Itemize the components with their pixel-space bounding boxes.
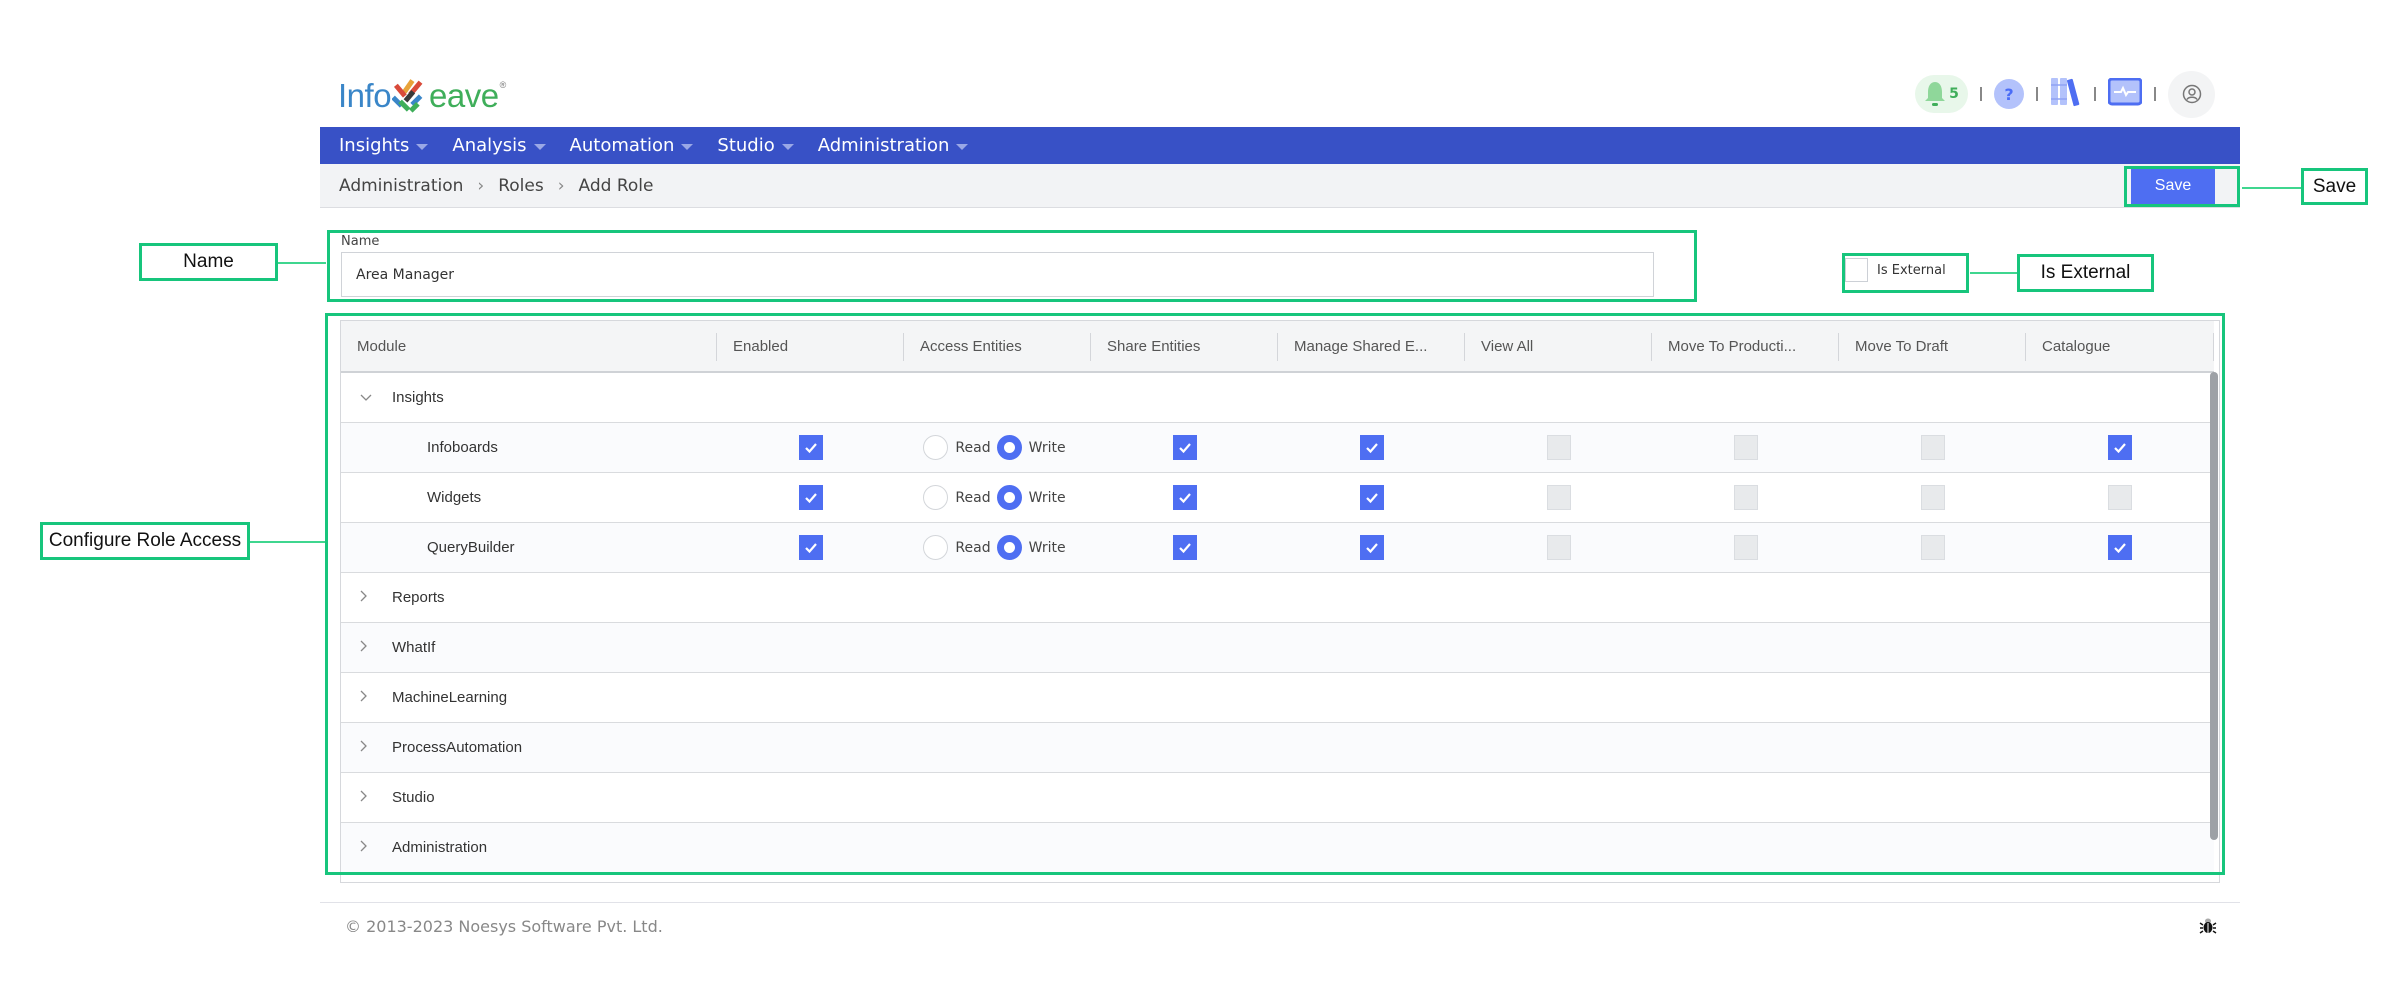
nav-item-insights[interactable]: Insights [339, 135, 429, 156]
logo-weave-icon [392, 79, 423, 113]
header-icons: 5 ? [1915, 70, 2215, 118]
breadcrumb-roles[interactable]: Roles [498, 176, 544, 196]
separator [2094, 87, 2096, 101]
help-icon: ? [2004, 84, 2014, 104]
annotation-name-label: Name [139, 243, 278, 281]
copyright-text: © 2013-2023 Noesys Software Pvt. Ltd. [345, 917, 663, 936]
library-icon [2051, 78, 2080, 107]
annotation-save-highlight [2124, 166, 2240, 207]
nav-label: Analysis [452, 135, 527, 156]
report-bug-button[interactable] [2199, 917, 2217, 939]
user-avatar-button[interactable] [2168, 70, 2215, 118]
help-button[interactable]: ? [1994, 79, 2024, 109]
annotation-is-external-arrow [1970, 272, 2017, 274]
annotation-configure-highlight [325, 313, 2225, 875]
registered-mark: ® [499, 80, 507, 90]
monitor-icon [2107, 77, 2143, 106]
nav-item-analysis[interactable]: Analysis [452, 135, 546, 156]
annotation-save-arrow [2242, 187, 2301, 189]
annotation-name-highlight [327, 230, 1697, 302]
library-button[interactable] [2050, 77, 2082, 111]
notifications-button[interactable]: 5 [1915, 75, 1968, 113]
logo-text-eave: eave [429, 77, 499, 114]
caret-down-icon [781, 144, 794, 150]
bell-icon [1925, 82, 1946, 106]
annotation-name-arrow [278, 262, 326, 264]
annotation-configure-arrow [250, 541, 325, 543]
caret-down-icon [416, 144, 429, 150]
footer-divider [320, 902, 2240, 903]
separator [2036, 87, 2038, 101]
monitor-button[interactable] [2107, 77, 2143, 110]
separator [1980, 87, 1982, 101]
caret-down-icon [956, 144, 969, 150]
separator [2154, 87, 2156, 101]
annotation-is-external-label: Is External [2017, 254, 2154, 292]
breadcrumb-administration[interactable]: Administration [339, 176, 463, 196]
chevron-right-icon: › [557, 175, 565, 196]
logo-text-info: Info [338, 77, 392, 114]
annotation-save-label: Save [2301, 168, 2368, 205]
infoveave-logo[interactable]: Info eave ® [338, 76, 506, 116]
user-avatar-icon [2182, 84, 2201, 104]
nav-item-studio[interactable]: Studio [717, 135, 794, 156]
nav-label: Studio [717, 135, 775, 156]
caret-down-icon [681, 144, 694, 150]
breadcrumb-add-role: Add Role [578, 175, 654, 196]
bug-icon [2199, 918, 2217, 934]
annotation-configure-label: Configure Role Access [40, 522, 250, 560]
nav-item-administration[interactable]: Administration [818, 135, 969, 156]
caret-down-icon [533, 144, 546, 150]
breadcrumb: Administration › Roles › Add Role [320, 164, 2240, 208]
annotation-is-external-highlight [1842, 253, 1969, 293]
chevron-right-icon: › [477, 175, 485, 196]
nav-label: Insights [339, 135, 410, 156]
nav-label: Automation [569, 135, 675, 156]
main-nav: Insights Analysis Automation Studio Admi… [320, 127, 2240, 164]
notification-count: 5 [1949, 86, 1959, 102]
nav-label: Administration [817, 135, 950, 156]
nav-item-automation[interactable]: Automation [570, 135, 694, 156]
